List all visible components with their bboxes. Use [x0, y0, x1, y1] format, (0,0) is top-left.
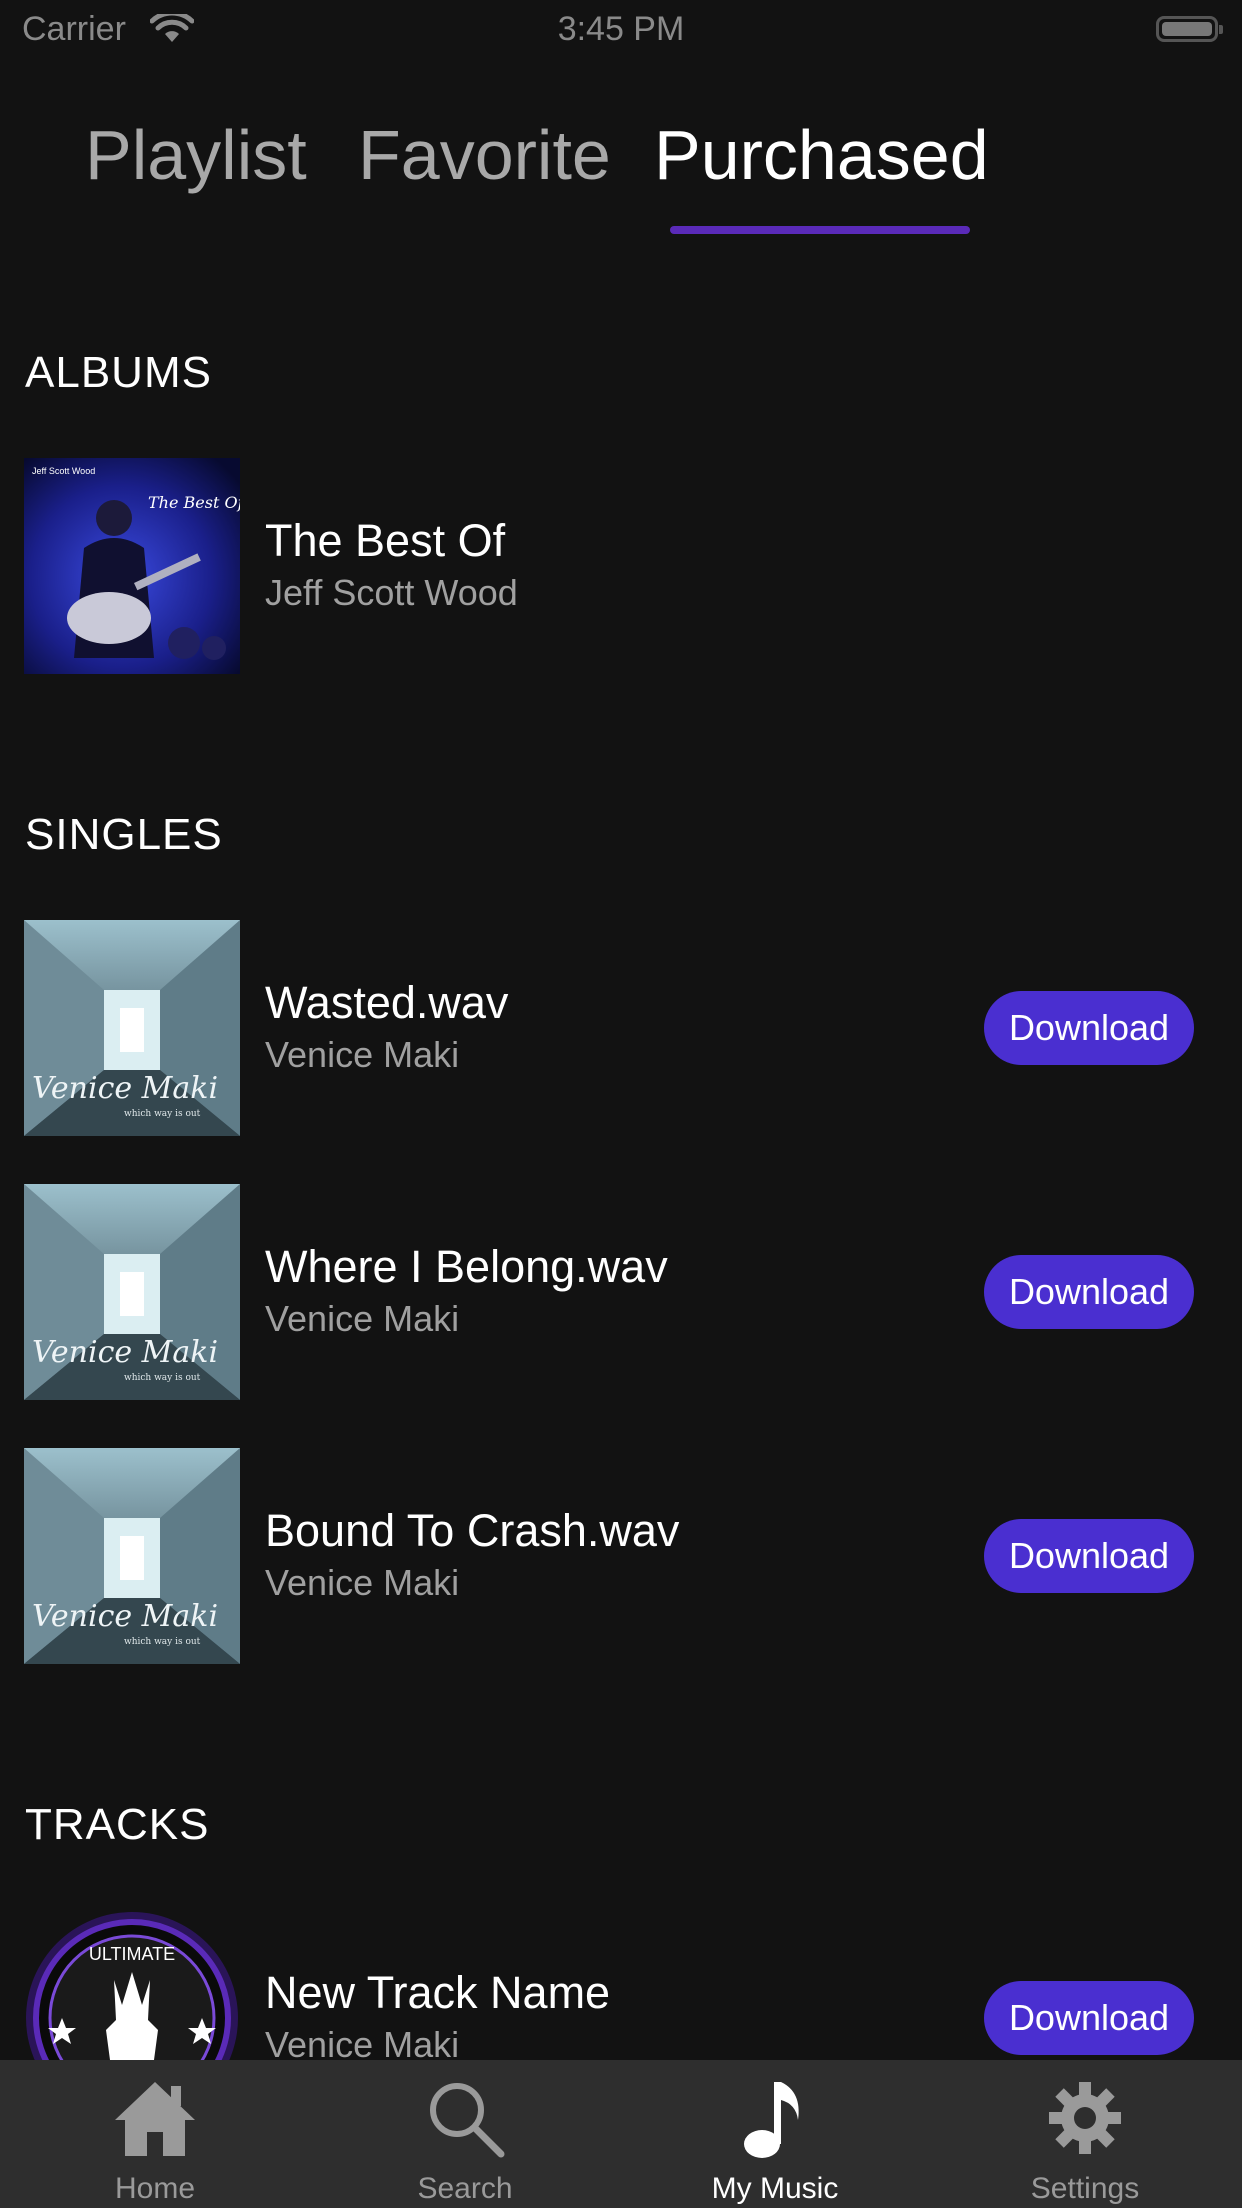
- track-title: New Track Name: [265, 1967, 611, 2018]
- single-title: Wasted.wav: [265, 977, 509, 1028]
- tab-bar-label: My Music: [711, 2172, 839, 2205]
- bottom-tab-bar: Home Search My Music Settings: [0, 2060, 1242, 2208]
- single-cover-text: Venice Maki: [32, 1071, 218, 1106]
- single-cover-subtext: which way is out: [124, 1637, 201, 1647]
- single-artist: Venice Maki: [265, 1034, 460, 1075]
- section-title-tracks: TRACKS: [25, 1800, 210, 1849]
- album-cover-artist-text: Jeff Scott Wood: [32, 466, 95, 476]
- album-artist: Jeff Scott Wood: [265, 572, 518, 613]
- album-title: The Best Of: [265, 515, 506, 566]
- single-cover: Venice Maki which way is out: [24, 1184, 240, 1400]
- single-row[interactable]: Venice Maki which way is out Where I Bel…: [0, 1184, 1242, 1400]
- tab-bar-item-settings[interactable]: Settings: [930, 2060, 1240, 2208]
- battery-icon: [1156, 16, 1223, 42]
- status-time: 3:45 PM: [557, 10, 685, 48]
- download-button[interactable]: Download: [984, 1519, 1194, 1593]
- single-title: Where I Belong.wav: [265, 1241, 668, 1292]
- tab-bar-item-home[interactable]: Home: [0, 2060, 310, 2208]
- home-icon: [113, 2078, 197, 2163]
- gear-icon: [1045, 2078, 1125, 2163]
- tab-bar-label: Search: [417, 2172, 513, 2205]
- single-cover-text: Venice Maki: [32, 1335, 218, 1370]
- status-bar: Carrier 3:45 PM: [0, 0, 1242, 60]
- tab-favorite[interactable]: Favorite: [358, 115, 611, 195]
- section-title-albums: ALBUMS: [25, 348, 212, 397]
- single-row[interactable]: Venice Maki which way is out Wasted.wav …: [0, 920, 1242, 1136]
- tab-playlist[interactable]: Playlist: [85, 115, 307, 195]
- album-cover-title-text: The Best Of: [148, 493, 240, 512]
- library-tabs: Playlist Favorite Purchased: [0, 115, 1242, 245]
- download-button[interactable]: Download: [984, 1981, 1194, 2055]
- tab-bar-item-my-music[interactable]: My Music: [620, 2060, 930, 2208]
- download-button[interactable]: Download: [984, 991, 1194, 1065]
- track-badge-text: ULTIMATE: [89, 1944, 175, 1964]
- single-cover-text: Venice Maki: [32, 1599, 218, 1634]
- tab-purchased[interactable]: Purchased: [654, 115, 989, 195]
- album-cover: Jeff Scott Wood The Best Of: [24, 458, 240, 674]
- music-note-icon: [740, 2078, 810, 2167]
- single-cover: Venice Maki which way is out: [24, 920, 240, 1136]
- active-tab-indicator: [670, 226, 970, 234]
- single-title: Bound To Crash.wav: [265, 1505, 680, 1556]
- section-title-singles: SINGLES: [25, 810, 223, 859]
- single-cover-subtext: which way is out: [124, 1373, 201, 1383]
- search-icon: [425, 2078, 505, 2163]
- single-artist: Venice Maki: [265, 1562, 460, 1603]
- tab-bar-label: Settings: [1030, 2172, 1140, 2205]
- tab-bar-item-search[interactable]: Search: [310, 2060, 620, 2208]
- single-cover: Venice Maki which way is out: [24, 1448, 240, 1664]
- single-artist: Venice Maki: [265, 1298, 460, 1339]
- tab-bar-label: Home: [114, 2172, 196, 2205]
- single-row[interactable]: Venice Maki which way is out Bound To Cr…: [0, 1448, 1242, 1664]
- album-row[interactable]: Jeff Scott Wood The Best Of The Best Of …: [0, 458, 1242, 674]
- single-cover-subtext: which way is out: [124, 1109, 201, 1119]
- download-button[interactable]: Download: [984, 1255, 1194, 1329]
